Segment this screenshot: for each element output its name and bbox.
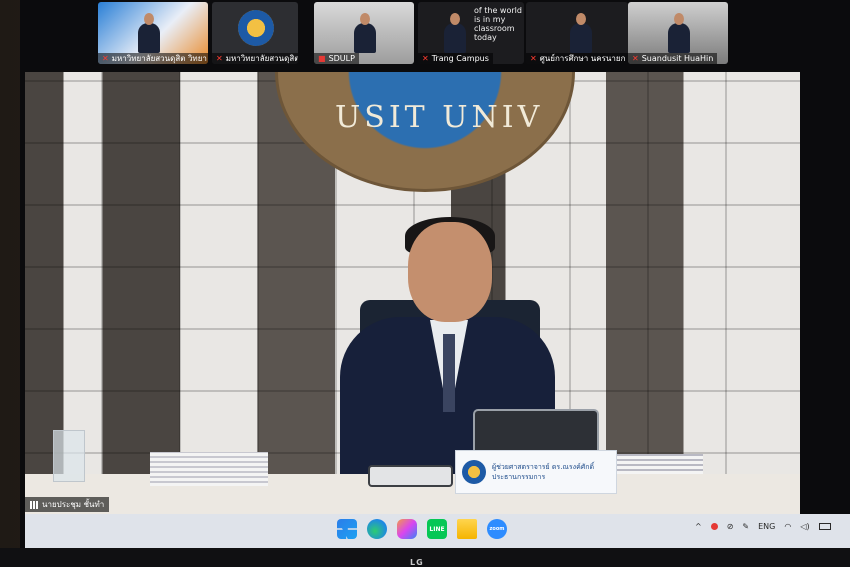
active-speaker-name-tag: นายประชุม ชั้นทำ (25, 497, 110, 512)
water-glass (53, 430, 85, 482)
participant-tile-6[interactable]: ✕ Suandusit HuaHin (628, 2, 728, 64)
backdrop-logo-text: USIT UNIV (335, 100, 544, 135)
mic-tray-icon[interactable]: ✎ (742, 522, 749, 531)
participant-tile-2[interactable]: ✕ มหาวิทยาลัยสวนดุสิต (212, 2, 298, 64)
participant-video (668, 13, 690, 53)
participant-name-6: ✕ Suandusit HuaHin (628, 53, 718, 64)
participant-video (570, 13, 592, 53)
mic-off-icon: ■ (318, 54, 326, 63)
participant-gallery: ✕ มหาวิทยาลัยสวนดุสิต วิทยา ✕ มหาวิทยาลั… (98, 2, 730, 66)
participant-video (138, 13, 160, 53)
start-icon[interactable] (337, 519, 357, 539)
participant-tile-4[interactable]: of the world is in my classroom today ✕ … (418, 2, 524, 64)
tablet-device (473, 409, 599, 455)
taskbar-apps: LINE zoom (337, 519, 507, 539)
monitor-bezel (0, 548, 850, 567)
system-tray: ^ ⊘ ✎ ENG ◠ ◁) (695, 522, 831, 531)
monitor-brand-logo: LG (410, 558, 424, 567)
participant-name-2: ✕ มหาวิทยาลัยสวนดุสิต (212, 53, 298, 64)
participant-name-3: ■ SDULP (314, 53, 359, 64)
mic-off-icon: ✕ (216, 54, 223, 63)
battery-icon[interactable] (818, 523, 831, 530)
participant-name-5: ✕ ศูนย์การศึกษา นครนายก (526, 53, 628, 64)
record-indicator-icon[interactable] (710, 523, 718, 530)
volume-icon[interactable]: ◁) (800, 522, 809, 531)
windows-taskbar: LINE zoom ^ ⊘ ✎ ENG ◠ ◁) (25, 514, 850, 548)
participant-tile-1[interactable]: ✕ มหาวิทยาลัยสวนดุสิต วิทยา (98, 2, 208, 64)
zoom-icon[interactable]: zoom (487, 519, 507, 539)
mic-off-icon: ✕ (422, 54, 429, 63)
participant-name-1: ✕ มหาวิทยาลัยสวนดุสิต วิทยา (98, 53, 208, 64)
participant-name-4: ✕ Trang Campus (418, 53, 493, 64)
participant-tile-5[interactable]: ✕ ศูนย์การศึกษา นครนายก (526, 2, 628, 64)
nameplate-emblem-icon (462, 460, 486, 484)
active-speaker-video[interactable]: USIT UNIV ผู้ช่วยศาสตราจารย์ ดร.ณรงค์ศัก… (25, 72, 800, 514)
mic-off-icon: ✕ (102, 54, 109, 63)
conference-microphone (368, 465, 453, 487)
participant-video (354, 13, 376, 53)
line-icon[interactable]: LINE (427, 519, 447, 539)
participant-video (444, 13, 466, 53)
copilot-icon[interactable] (397, 519, 417, 539)
participant-tile-3[interactable]: ■ SDULP (314, 2, 414, 64)
mic-off-icon: ✕ (632, 54, 639, 63)
tray-chevron-icon[interactable]: ^ (695, 522, 702, 531)
university-seal-logo (238, 10, 274, 46)
slide-text: of the world is in my classroom today (474, 6, 522, 42)
mic-off-icon: ✕ (530, 54, 537, 63)
camera-off-icon[interactable]: ⊘ (727, 522, 734, 531)
audio-level-icon (30, 500, 38, 509)
speaker-face (408, 222, 492, 322)
edge-icon[interactable] (367, 519, 387, 539)
desk-nameplate: ผู้ช่วยศาสตราจารย์ ดร.ณรงค์ศักดิ์ ประธาน… (455, 450, 617, 494)
language-indicator[interactable]: ENG (758, 522, 775, 531)
speaker-tie (443, 334, 455, 412)
wifi-icon[interactable]: ◠ (784, 522, 791, 531)
nameplate-text: ผู้ช่วยศาสตราจารย์ ดร.ณรงค์ศักดิ์ ประธาน… (492, 463, 594, 481)
file-explorer-icon[interactable] (457, 519, 477, 539)
document-stack-right (617, 454, 703, 474)
document-stack (150, 452, 268, 486)
